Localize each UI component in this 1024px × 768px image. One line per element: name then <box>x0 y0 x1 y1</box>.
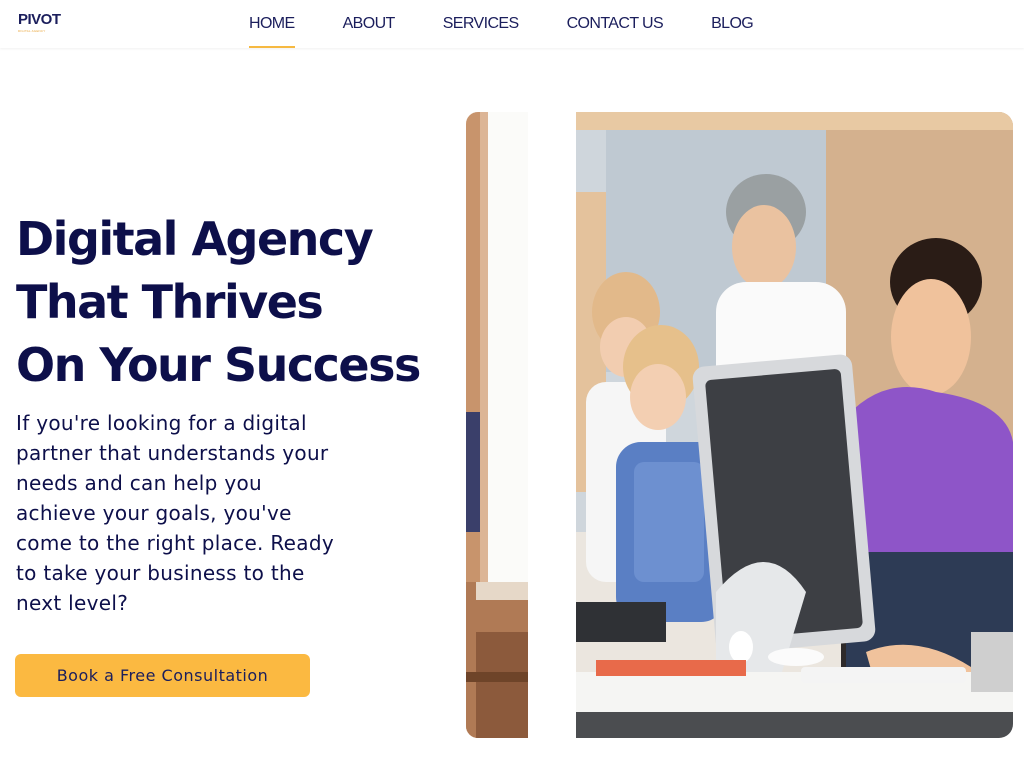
hero-title-line-3: On Your Success <box>16 338 421 392</box>
logo[interactable]: PIVOT DIGITAL AGENCY <box>18 11 61 34</box>
nav-item-blog[interactable]: BLOG <box>711 0 754 48</box>
office-window-photo <box>466 112 528 738</box>
office-team-photo <box>576 112 1013 738</box>
office-team-computer-photo-icon <box>576 112 1013 738</box>
logo-tagline: DIGITAL AGENCY <box>18 29 46 33</box>
logo-text: PIVOT <box>18 11 61 28</box>
nav-item-services[interactable]: SERVICES <box>443 0 519 48</box>
hero-description: If you're looking for a digital partner … <box>16 411 334 615</box>
nav-item-home[interactable]: HOME <box>249 0 295 48</box>
office-window-photo-icon <box>466 112 528 738</box>
nav-item-about[interactable]: ABOUT <box>343 0 396 48</box>
nav-item-contact-us[interactable]: CONTACT US <box>567 0 664 48</box>
main-nav: HOME ABOUT SERVICES CONTACT US BLOG <box>249 0 801 48</box>
site-header: PIVOT DIGITAL AGENCY HOME ABOUT SERVICES… <box>0 0 1024 48</box>
hero-title-line-2: That Thrives <box>16 275 324 329</box>
hero-title: Digital Agency That Thrives On Your Succ… <box>16 208 456 397</box>
book-consultation-button[interactable]: Book a Free Consultation <box>15 654 310 697</box>
hero-title-line-1: Digital Agency <box>16 212 374 266</box>
